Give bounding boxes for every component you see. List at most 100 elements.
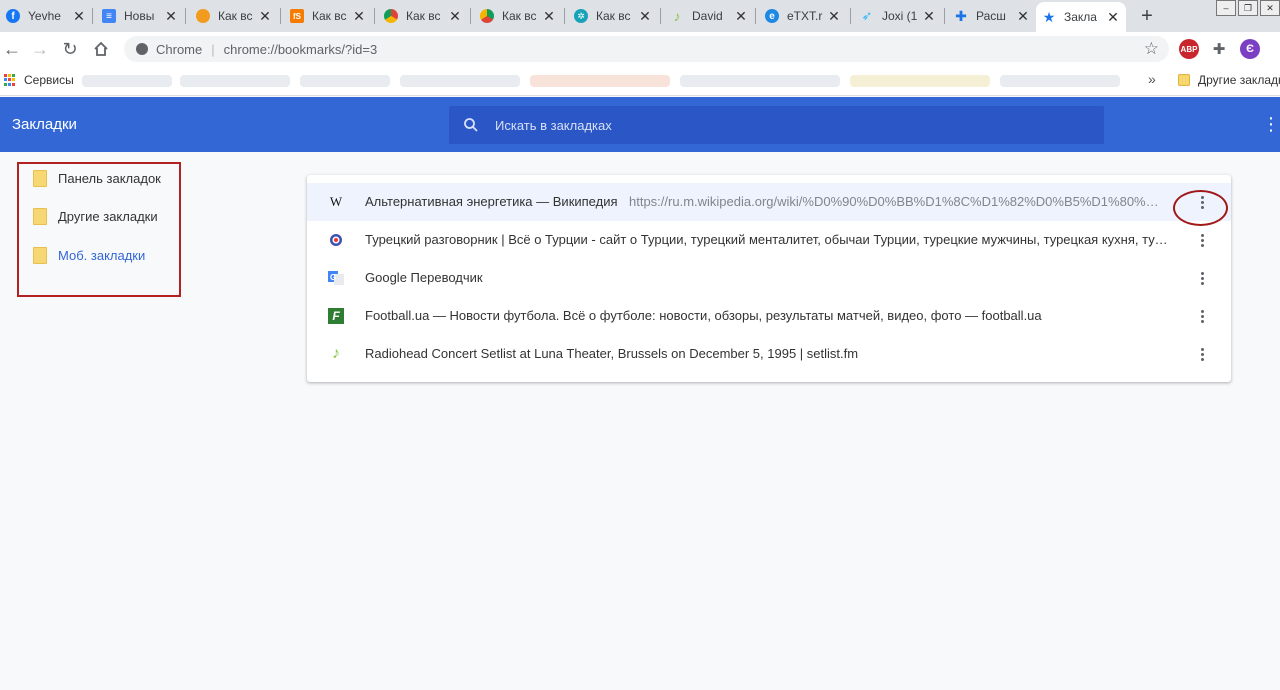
other-bookmarks-folder[interactable]: Другие закладк — [1178, 73, 1280, 87]
bookmarks-header: Закладки ⋮ — [0, 97, 1280, 152]
bookmark-star-icon[interactable]: ☆ — [1144, 39, 1159, 59]
fs-site-icon: fS — [290, 9, 304, 23]
bookmarks-search[interactable] — [449, 106, 1104, 144]
etxt-icon: e — [765, 9, 779, 23]
bookmarks-bar: Сервисы » Другие закладк — [0, 66, 1280, 96]
list-item[interactable]: W Альтернативная энергетика — Википедия … — [307, 183, 1231, 226]
list-item[interactable]: F Football.ua — Новости футбола. Всё о ф… — [307, 297, 1231, 335]
list-item[interactable]: G Google Переводчик — [307, 259, 1231, 297]
tab-docs[interactable]: ≡ Новы ✕ — [96, 2, 184, 30]
tab-title: Yevhe — [28, 9, 61, 23]
tab-title: Расш — [976, 9, 1006, 23]
close-icon[interactable]: ✕ — [72, 8, 86, 25]
turkey-site-icon — [328, 232, 344, 248]
close-icon[interactable]: ✕ — [922, 8, 936, 25]
address-scheme: Chrome — [156, 41, 203, 57]
sidebar-item-label: Моб. закладки — [58, 248, 146, 263]
bookmarks-overflow-chevron[interactable]: » — [1148, 71, 1156, 87]
bookmark-list: W Альтернативная энергетика — Википедия … — [307, 175, 1231, 382]
close-icon[interactable]: ✕ — [448, 8, 462, 25]
blurred-bookmark[interactable] — [300, 75, 390, 87]
google-translate-icon: G — [328, 270, 344, 286]
list-item[interactable]: Турецкий разговорник | Всё о Турции - са… — [307, 221, 1231, 259]
folder-icon — [33, 247, 47, 264]
more-actions-icon[interactable] — [1192, 344, 1212, 364]
close-icon[interactable]: ✕ — [1016, 8, 1030, 25]
orange-site-icon — [196, 9, 210, 23]
setlist-icon: ♪ — [332, 345, 340, 362]
football-ua-icon: F — [328, 308, 344, 324]
search-input[interactable] — [493, 116, 1057, 134]
tab-chrome[interactable]: Как вс ✕ — [378, 2, 468, 30]
close-icon[interactable]: ✕ — [638, 8, 652, 25]
tab-chrome-alt[interactable]: Как вс ✕ — [474, 2, 562, 30]
folder-icon — [33, 170, 47, 187]
more-actions-icon[interactable] — [1192, 306, 1212, 326]
tab-title: eTXT.r — [787, 9, 823, 23]
sidebar-item-mobile-bookmarks[interactable]: Моб. закладки — [33, 247, 145, 264]
folder-icon — [1178, 74, 1190, 86]
apps-grid-icon[interactable] — [4, 74, 16, 86]
chrome-alt-icon — [480, 9, 494, 23]
close-icon[interactable]: ✕ — [827, 8, 841, 25]
chrome-site-icon — [136, 43, 148, 55]
bookmark-title: Football.ua — Новости футбола. Всё о фут… — [365, 308, 1042, 323]
blurred-bookmark[interactable] — [530, 75, 670, 87]
forward-icon[interactable]: → — [28, 37, 52, 61]
tab-joxi[interactable]: ➶ Joxi (1 ✕ — [854, 2, 942, 30]
more-options-icon[interactable]: ⋮ — [1262, 114, 1280, 134]
bookmark-title: Альтернативная энергетика — Википедия — [365, 194, 618, 209]
sidebar-item-other-bookmarks[interactable]: Другие закладки — [33, 208, 158, 225]
tab-orange-site[interactable]: Как вс ✕ — [190, 2, 278, 30]
home-icon[interactable] — [89, 37, 113, 61]
blurred-bookmark[interactable] — [1000, 75, 1120, 87]
close-icon[interactable]: ✕ — [734, 8, 748, 25]
close-icon[interactable]: ✕ — [352, 8, 366, 25]
tab-title: Новы — [124, 9, 155, 23]
close-icon[interactable]: ✕ — [542, 8, 556, 25]
tab-facebook[interactable]: f Yevhe ✕ — [0, 2, 92, 30]
tab-title: Как вс — [406, 9, 441, 23]
bookmark-title: Google Переводчик — [365, 270, 483, 285]
other-bookmarks-label: Другие закладк — [1198, 73, 1280, 87]
tab-fs-site[interactable]: fS Как вс ✕ — [284, 2, 372, 30]
blurred-bookmark[interactable] — [82, 75, 172, 87]
back-icon[interactable]: ← — [0, 37, 24, 61]
tab-etxt[interactable]: e eTXT.r ✕ — [759, 2, 847, 30]
close-icon[interactable]: ✕ — [1106, 9, 1120, 26]
page-title: Закладки — [12, 116, 77, 133]
restore-icon[interactable]: ❐ — [1238, 0, 1258, 16]
abp-icon[interactable]: ABP — [1179, 39, 1199, 59]
more-actions-icon[interactable] — [1192, 230, 1212, 250]
tab-gear-site[interactable]: ✲ Как вс ✕ — [568, 2, 658, 30]
tab-extensions[interactable]: ✚ Расш ✕ — [948, 2, 1036, 30]
facebook-icon: f — [6, 9, 20, 23]
tab-title: Как вс — [596, 9, 631, 23]
gear-site-icon: ✲ — [574, 9, 588, 23]
tab-music[interactable]: ♪ David ✕ — [664, 2, 754, 30]
blurred-bookmark[interactable] — [680, 75, 840, 87]
more-actions-icon[interactable] — [1192, 268, 1212, 288]
close-window-icon[interactable]: ✕ — [1260, 0, 1280, 16]
sidebar-item-bookmarks-bar[interactable]: Панель закладок — [33, 170, 161, 187]
list-item[interactable]: ♪ Radiohead Concert Setlist at Luna Thea… — [307, 335, 1231, 373]
wikipedia-icon: W — [329, 194, 343, 209]
address-bar[interactable]: Chrome | chrome://bookmarks/?id=3 ☆ — [124, 36, 1169, 62]
minimize-icon[interactable]: – — [1216, 0, 1236, 16]
blurred-bookmark[interactable] — [850, 75, 990, 87]
tab-bookmarks[interactable]: ★ Закла ✕ — [1036, 2, 1126, 32]
close-icon[interactable]: ✕ — [258, 8, 272, 25]
window-controls: – ❐ ✕ — [1216, 0, 1280, 16]
bookmark-services[interactable]: Сервисы — [24, 73, 74, 87]
puzzle-icon[interactable]: ✚ — [1209, 39, 1229, 59]
blurred-bookmark[interactable] — [180, 75, 290, 87]
profile-avatar[interactable]: Є — [1240, 39, 1260, 59]
blurred-bookmark[interactable] — [400, 75, 520, 87]
close-icon[interactable]: ✕ — [164, 8, 178, 25]
joxi-icon: ➶ — [861, 8, 873, 23]
new-tab-button[interactable]: + — [1135, 5, 1159, 27]
chrome-icon — [384, 9, 398, 23]
reload-icon[interactable]: ↻ — [58, 37, 82, 61]
bookmark-title: Турецкий разговорник | Всё о Турции - са… — [365, 232, 1170, 247]
tab-title: Закла — [1064, 10, 1097, 24]
